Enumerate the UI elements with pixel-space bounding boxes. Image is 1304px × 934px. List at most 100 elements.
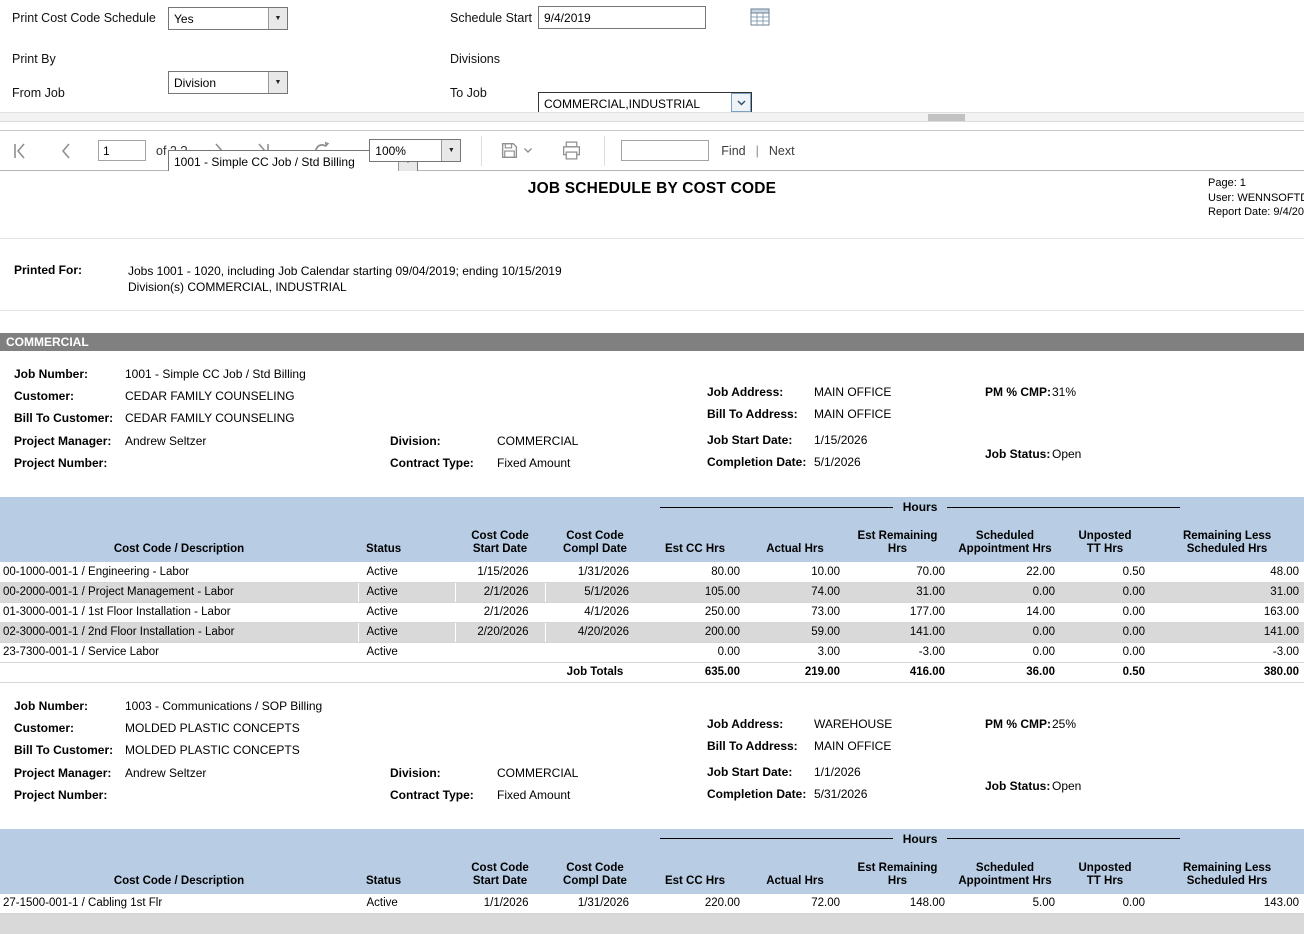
division-value: COMMERCIAL (497, 766, 578, 780)
table-cell: -3.00 (845, 642, 950, 662)
next-table-row-partial (0, 914, 1304, 934)
column-header: Cost Code Start Date (455, 849, 545, 894)
export-save-button[interactable] (498, 139, 535, 162)
report-parameter-panel: Print Cost Code Schedule Yes Schedule St… (0, 0, 1304, 112)
table-cell: 105.00 (645, 582, 745, 602)
completion-date-label: Completion Date: (707, 787, 806, 801)
calendar-button[interactable] (750, 8, 770, 26)
totals-spacer (0, 662, 545, 682)
print-cost-code-schedule-select[interactable]: Yes (168, 7, 288, 30)
total-est-cc-hrs: 635.00 (645, 662, 745, 682)
from-job-label: From Job (12, 86, 65, 100)
table-cell: 27-1500-001-1 / Cabling 1st Flr (0, 894, 358, 914)
divisions-dropdown-button[interactable] (731, 93, 751, 112)
column-header: Remaining Less Scheduled Hrs (1150, 849, 1304, 894)
table-row: 00-2000-001-1 / Project Management - Lab… (0, 582, 1304, 602)
column-header-row: Cost Code / DescriptionStatusCost Code S… (0, 849, 1304, 894)
job-status-value: Open (1052, 779, 1081, 793)
divisions-label: Divisions (450, 52, 500, 66)
project-manager-label: Project Manager: (14, 434, 111, 448)
find-link[interactable]: Find (721, 144, 745, 158)
table-cell: 143.00 (1150, 894, 1304, 914)
table-cell: Active (358, 562, 455, 582)
table-cell: 0.00 (950, 642, 1060, 662)
table-row: 23-7300-001-1 / Service LaborActive0.003… (0, 642, 1304, 662)
column-header: Cost Code Start Date (455, 517, 545, 562)
first-page-button[interactable] (8, 140, 32, 162)
hours-group-cell: Hours (645, 497, 1304, 517)
hours-group-row: Hours (0, 829, 1304, 849)
calendar-icon (750, 8, 770, 26)
job-details: Job Number: 1003 - Communications / SOP … (0, 683, 1304, 813)
table-cell: 31.00 (1150, 582, 1304, 602)
table-cell: 2/1/2026 (455, 602, 545, 622)
completion-date-value: 5/31/2026 (814, 787, 867, 801)
table-cell (545, 642, 645, 662)
schedule-start-input[interactable] (538, 6, 706, 29)
job-start-date-value: 1/1/2026 (814, 765, 861, 779)
table-cell: 0.00 (1060, 622, 1150, 642)
hours-group-row: Hours (0, 497, 1304, 517)
job-number-value: 1001 - Simple CC Job / Std Billing (125, 367, 306, 381)
table-row: 00-1000-001-1 / Engineering - LaborActiv… (0, 562, 1304, 582)
job-details: Job Number: 1001 - Simple CC Job / Std B… (0, 351, 1304, 481)
job-status-label: Job Status: (985, 447, 1050, 461)
division-section-header: COMMERCIAL (0, 333, 1304, 351)
bill-to-customer-value: CEDAR FAMILY COUNSELING (125, 411, 295, 425)
table-cell: 31.00 (845, 582, 950, 602)
horizontal-scrollbar[interactable] (0, 112, 1304, 122)
toolbar-separator (604, 136, 605, 166)
job-number-label: Job Number: (14, 367, 88, 381)
bill-to-address-value: MAIN OFFICE (814, 407, 891, 421)
current-page-input[interactable] (98, 140, 146, 161)
printed-for-line2: Division(s) COMMERCIAL, INDUSTRIAL (128, 279, 562, 295)
total-remaining-less-scheduled-hrs: 380.00 (1150, 662, 1304, 682)
print-by-select[interactable]: Division (168, 71, 288, 94)
total-actual-hrs: 219.00 (745, 662, 845, 682)
table-cell: 1/15/2026 (455, 562, 545, 582)
contract-type-label: Contract Type: (390, 456, 474, 470)
table-cell: 5/1/2026 (545, 582, 645, 602)
table-cell: 0.00 (1060, 642, 1150, 662)
bill-to-address-label: Bill To Address: (707, 407, 798, 421)
previous-page-icon (58, 142, 74, 160)
total-unposted-tt-hrs: 0.50 (1060, 662, 1150, 682)
previous-page-button[interactable] (56, 140, 76, 162)
pm-cmp-label: PM % CMP: (985, 717, 1051, 731)
column-header: Status (358, 517, 455, 562)
table-cell: 74.00 (745, 582, 845, 602)
column-header: Cost Code Compl Date (545, 849, 645, 894)
find-input[interactable] (621, 140, 709, 161)
total-est-remaining-hrs: 416.00 (845, 662, 950, 682)
zoom-select[interactable]: 100% (369, 139, 461, 162)
table-cell: 10.00 (745, 562, 845, 582)
table-cell: 141.00 (845, 622, 950, 642)
hours-group-spacer (0, 497, 645, 517)
table-cell: 0.00 (950, 582, 1060, 602)
bill-to-customer-value: MOLDED PLASTIC CONCEPTS (125, 743, 300, 757)
job-address-label: Job Address: (707, 385, 783, 399)
table-cell: 220.00 (645, 894, 745, 914)
table-cell: 0.00 (1060, 602, 1150, 622)
find-next-link[interactable]: Next (769, 144, 795, 158)
table-cell: 48.00 (1150, 562, 1304, 582)
column-header: Unposted TT Hrs (1060, 517, 1150, 562)
job-totals-row: Job Totals 635.00 219.00 416.00 36.00 0.… (0, 662, 1304, 682)
project-number-label: Project Number: (14, 788, 107, 802)
table-cell: 1/1/2026 (455, 894, 545, 914)
job-start-date-label: Job Start Date: (707, 765, 792, 779)
division-label: Division: (390, 766, 441, 780)
column-header: Status (358, 849, 455, 894)
job-start-date-label: Job Start Date: (707, 433, 792, 447)
table-cell: 14.00 (950, 602, 1060, 622)
table-cell: -3.00 (1150, 642, 1304, 662)
print-button[interactable] (559, 138, 584, 163)
scrollbar-thumb[interactable] (928, 114, 965, 121)
project-number-label: Project Number: (14, 456, 107, 470)
table-cell: 02-3000-001-1 / 2nd Floor Installation -… (0, 622, 358, 642)
project-manager-value: Andrew Seltzer (125, 766, 206, 780)
report-info-block: Page: 1 User: WENNSOFTDEV\konnen Report … (1208, 176, 1304, 220)
report-body: JOB SCHEDULE BY COST CODE Page: 1 User: … (0, 171, 1304, 934)
hours-right-rule (947, 507, 1180, 508)
column-header: Est Remaining Hrs (845, 517, 950, 562)
